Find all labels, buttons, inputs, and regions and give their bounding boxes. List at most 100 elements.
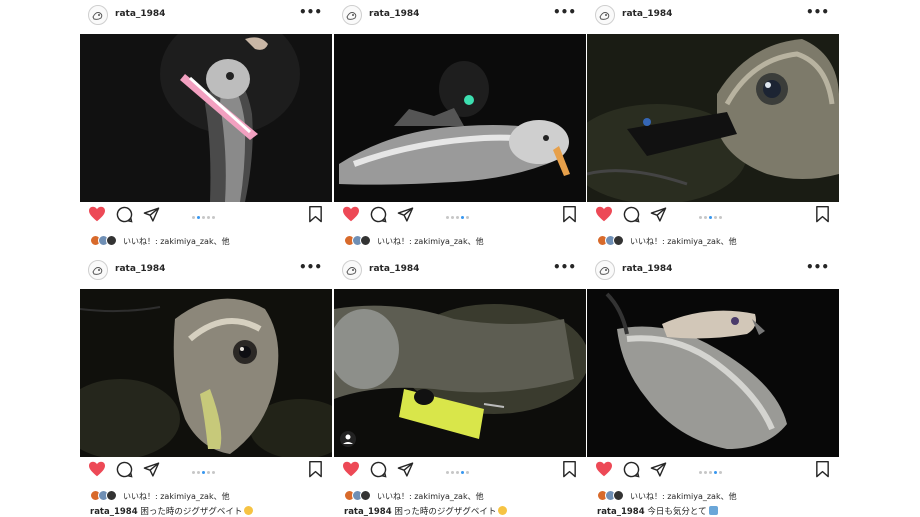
post-actions <box>587 461 839 485</box>
post-header: rata_1984 ••• <box>334 0 586 34</box>
avatar[interactable] <box>88 5 108 25</box>
like-heart-icon[interactable] <box>595 461 613 477</box>
like-heart-icon[interactable] <box>88 461 106 477</box>
post-photo[interactable] <box>80 34 332 202</box>
post-header: rata_1984 ••• <box>334 255 586 289</box>
post-photo[interactable] <box>587 289 839 457</box>
more-options-icon[interactable]: ••• <box>553 5 576 19</box>
bookmark-icon[interactable] <box>308 461 323 478</box>
post-photo[interactable] <box>80 289 332 457</box>
comment-icon[interactable] <box>116 461 133 478</box>
smile-emoji-icon <box>498 506 508 515</box>
liker-avatar <box>360 490 371 501</box>
liker-avatar <box>360 235 371 246</box>
more-options-icon[interactable]: ••• <box>806 5 829 19</box>
share-icon[interactable] <box>397 206 414 223</box>
comment-icon[interactable] <box>623 461 640 478</box>
like-heart-icon[interactable] <box>342 206 360 222</box>
more-options-icon[interactable]: ••• <box>806 260 829 274</box>
post-photo[interactable] <box>334 34 586 202</box>
likes-row: いいね！: zakimiya_zak、他 <box>344 234 584 248</box>
post-header: rata_1984 ••• <box>587 0 839 34</box>
more-options-icon[interactable]: ••• <box>299 5 322 19</box>
comment-icon[interactable] <box>623 206 640 223</box>
post-photo[interactable] <box>334 289 586 457</box>
share-icon[interactable] <box>650 461 667 478</box>
post-actions <box>334 206 586 230</box>
caption-username[interactable]: rata_1984 <box>90 507 138 517</box>
liker-avatar <box>106 235 117 246</box>
caption: rata_1984 困った時のジグザグベイト <box>90 505 254 517</box>
post-header: rata_1984 ••• <box>80 255 332 289</box>
likes-row: いいね！: zakimiya_zak、他 <box>90 489 330 503</box>
liker-avatar <box>106 490 117 501</box>
likes-text[interactable]: いいね！: zakimiya_zak、他 <box>123 236 230 247</box>
avatar[interactable] <box>595 5 615 25</box>
like-heart-icon[interactable] <box>88 206 106 222</box>
carousel-indicator <box>699 216 724 220</box>
carousel-indicator <box>192 216 217 220</box>
post-card: rata_1984 ••• いいね！: zakimiya_zak、他 rata_… <box>80 255 332 517</box>
post-actions <box>80 206 332 230</box>
post-username[interactable]: rata_1984 <box>115 9 165 19</box>
carousel-indicator <box>446 216 471 220</box>
bookmark-icon[interactable] <box>815 461 830 478</box>
post-card: rata_1984 ••• いいね！: zakimiya_zak、他 rata_… <box>334 255 586 517</box>
smile-emoji-icon <box>244 506 254 515</box>
comment-icon[interactable] <box>116 206 133 223</box>
liker-avatar <box>613 490 624 501</box>
caption-username[interactable]: rata_1984 <box>344 507 392 517</box>
caption-username[interactable]: rata_1984 <box>597 507 645 517</box>
avatar[interactable] <box>342 260 362 280</box>
post-card: rata_1984 ••• いいね！: zakimiya_zak、他 <box>587 0 839 258</box>
liker-avatar <box>613 235 624 246</box>
caption-text: 今日も気分とて <box>647 507 707 517</box>
post-card: rata_1984 ••• いいね！: zakimiya_zak、他 <box>334 0 586 258</box>
more-options-icon[interactable]: ••• <box>299 260 322 274</box>
likes-text[interactable]: いいね！: zakimiya_zak、他 <box>377 236 484 247</box>
post-actions <box>80 461 332 485</box>
avatar[interactable] <box>88 260 108 280</box>
post-username[interactable]: rata_1984 <box>622 9 672 19</box>
comment-icon[interactable] <box>370 461 387 478</box>
avatar[interactable] <box>342 5 362 25</box>
caption: rata_1984 今日も気分とて <box>597 505 718 517</box>
likes-text[interactable]: いいね！: zakimiya_zak、他 <box>630 491 737 502</box>
share-icon[interactable] <box>650 206 667 223</box>
like-heart-icon[interactable] <box>342 461 360 477</box>
bookmark-icon[interactable] <box>562 206 577 223</box>
post-username[interactable]: rata_1984 <box>622 264 672 274</box>
post-actions <box>334 461 586 485</box>
share-icon[interactable] <box>143 461 160 478</box>
carousel-indicator <box>192 471 217 475</box>
bookmark-icon[interactable] <box>308 206 323 223</box>
bookmark-icon[interactable] <box>815 206 830 223</box>
like-heart-icon[interactable] <box>595 206 613 222</box>
post-username[interactable]: rata_1984 <box>115 264 165 274</box>
caption: rata_1984 困った時のジグザグベイト <box>344 505 508 517</box>
likes-text[interactable]: いいね！: zakimiya_zak、他 <box>123 491 230 502</box>
carousel-indicator <box>446 471 471 475</box>
caption-text: 困った時のジグザグベイト <box>394 507 497 517</box>
caption-text: 困った時のジグザグベイト <box>140 507 243 517</box>
likes-row: いいね！: zakimiya_zak、他 <box>344 489 584 503</box>
likes-row: いいね！: zakimiya_zak、他 <box>597 489 837 503</box>
fishing-emoji-icon <box>708 506 718 515</box>
likes-text[interactable]: いいね！: zakimiya_zak、他 <box>630 236 737 247</box>
likes-row: いいね！: zakimiya_zak、他 <box>597 234 837 248</box>
more-options-icon[interactable]: ••• <box>553 260 576 274</box>
share-icon[interactable] <box>397 461 414 478</box>
post-actions <box>587 206 839 230</box>
post-card: rata_1984 ••• いいね！: zakimiya_zak、他 <box>80 0 332 258</box>
bookmark-icon[interactable] <box>562 461 577 478</box>
post-username[interactable]: rata_1984 <box>369 9 419 19</box>
likes-row: いいね！: zakimiya_zak、他 <box>90 234 330 248</box>
share-icon[interactable] <box>143 206 160 223</box>
post-username[interactable]: rata_1984 <box>369 264 419 274</box>
post-header: rata_1984 ••• <box>587 255 839 289</box>
post-card: rata_1984 ••• いいね！: zakimiya_zak、他 rata_… <box>587 255 839 517</box>
comment-icon[interactable] <box>370 206 387 223</box>
post-photo[interactable] <box>587 34 839 202</box>
likes-text[interactable]: いいね！: zakimiya_zak、他 <box>377 491 484 502</box>
avatar[interactable] <box>595 260 615 280</box>
